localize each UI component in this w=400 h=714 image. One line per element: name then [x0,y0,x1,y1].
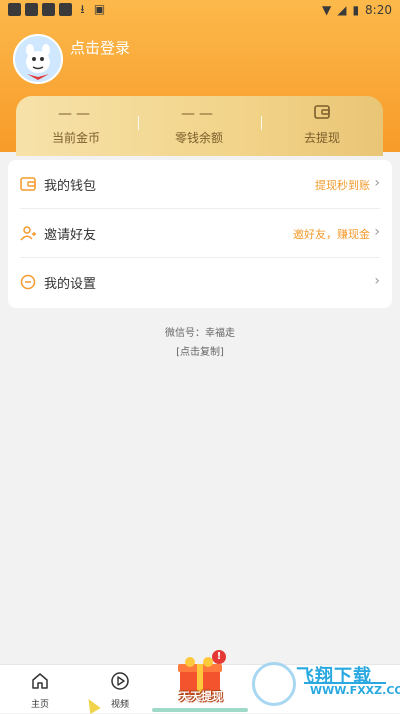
notification-icon [59,3,72,16]
change-balance-value: —— [181,106,217,122]
chevron-right-icon: › [374,175,380,191]
current-coins-label: 当前金币 [51,131,100,145]
wechat-id: 微信号：幸福走 [165,328,235,339]
app-icon: ▣ [93,2,106,16]
withdraw-button[interactable]: 去提现 [262,96,382,156]
home-icon [32,673,48,689]
signal-icon: ◢ [337,3,347,17]
play-icon [111,672,129,690]
status-bar: ⭳ ▣ ▼ ◢ ▮ 8:20 [0,0,400,22]
menu-item-wallet[interactable]: 我的钱包 提现秒到账 › [8,160,392,209]
menu-item-label: 邀请好友 [44,228,97,243]
invite-icon [20,226,36,241]
copy-link[interactable]: [点击复制] [0,343,400,358]
tab-home-label: 主页 [30,700,49,710]
promo-badge: ! [212,650,226,664]
chevron-right-icon: › [374,273,380,289]
menu-card: 我的钱包 提现秒到账 › 邀请好友 邀好友，赚现金 › 我的设置 › [8,160,392,308]
menu-item-settings[interactable]: 我的设置 › [8,258,392,307]
current-coins[interactable]: —— 当前金币 [16,96,136,156]
menu-item-hint: 邀好友，赚现金 [293,228,370,241]
avatar[interactable] [13,34,63,84]
download-icon: ⭳ [80,2,85,16]
withdraw-label: 去提现 [303,131,340,145]
status-time: 8:20 [365,3,392,17]
watermark-logo-icon [252,662,296,706]
wifi-icon: ▼ [321,3,332,17]
change-balance[interactable]: —— 零钱余额 [139,96,259,156]
menu-item-invite[interactable]: 邀请好友 邀好友，赚现金 › [8,209,392,258]
tab-home[interactable]: 主页 [10,671,70,710]
chevron-right-icon: › [374,224,380,240]
settings-icon [20,274,36,290]
change-balance-label: 零钱余额 [174,131,223,145]
wallet-icon [20,177,36,191]
mascot-icon [15,36,61,82]
menu-item-label: 我的设置 [44,277,97,292]
watermark-url: WWW.FXXZ.COM [310,684,400,697]
login-link[interactable]: 点击登录 [70,37,130,58]
notification-icon [8,3,21,16]
watermark: 飞翔下载 WWW.FXXZ.COM [248,660,400,712]
menu-item-label: 我的钱包 [44,179,97,194]
home-indicator [152,708,248,712]
battery-icon: ▮ [352,3,360,17]
current-coins-value: —— [58,106,94,122]
stats-card: —— 当前金币 —— 零钱余额 去提现 [16,96,383,156]
notification-icon [25,3,38,16]
promo-withdraw-button[interactable]: ! 天天提现 [170,650,232,712]
promo-label: 天天提现 [179,690,223,703]
menu-item-hint: 提现秒到账 [315,179,370,192]
notification-icon [42,3,55,16]
wallet-icon [314,105,330,119]
